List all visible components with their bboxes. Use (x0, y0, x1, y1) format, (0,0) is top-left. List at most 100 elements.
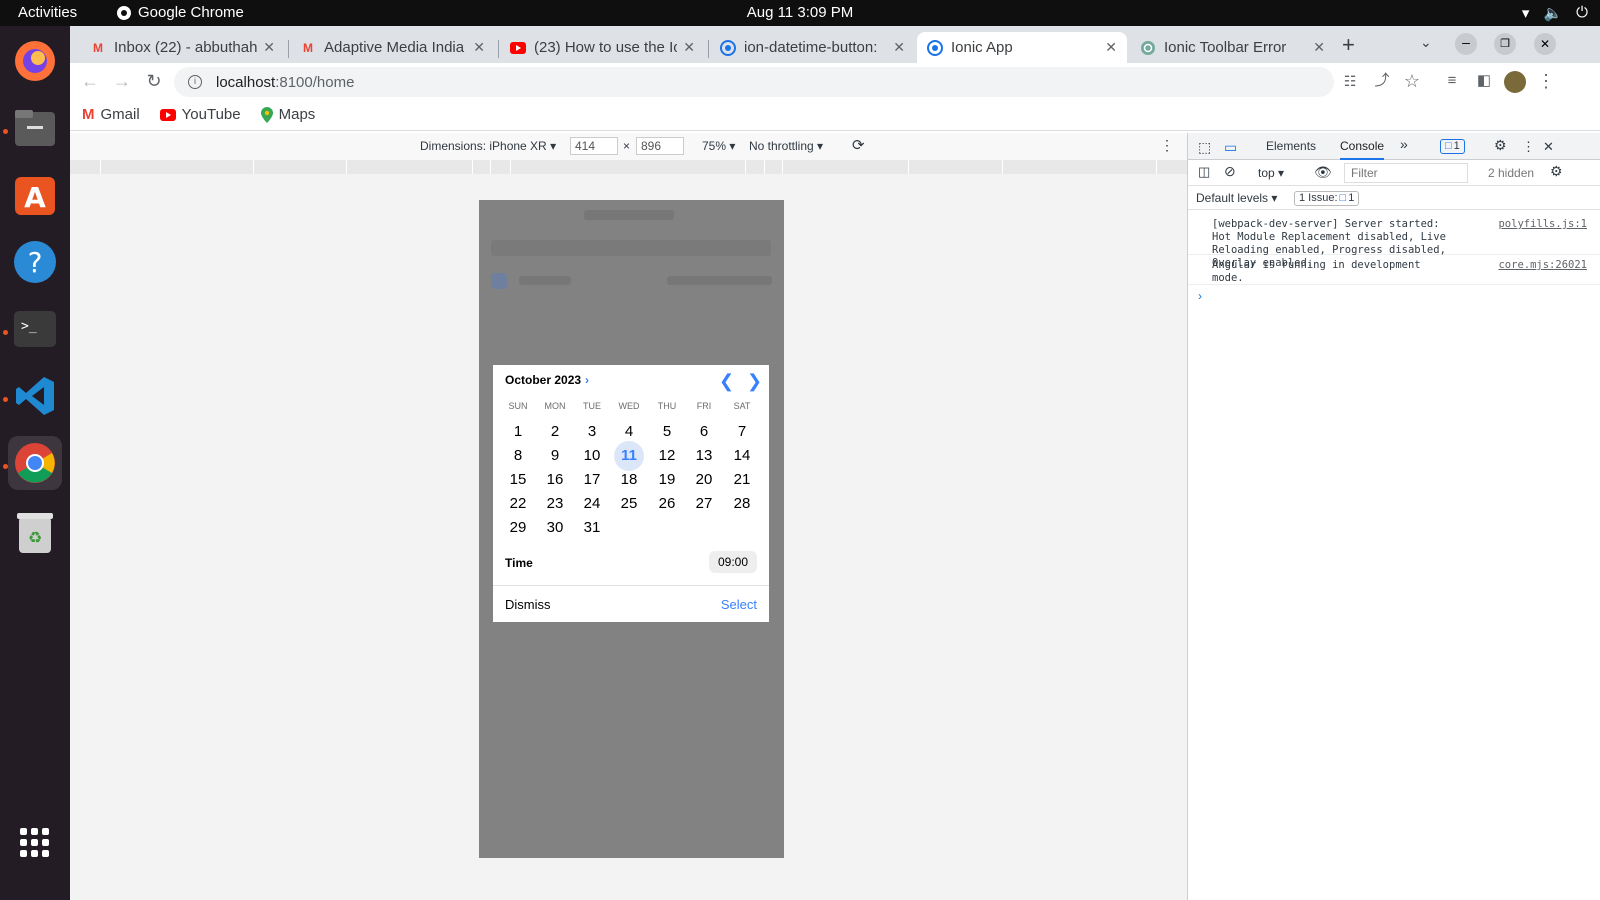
close-devtools-icon[interactable]: ✕ (1543, 139, 1554, 155)
dock-trash[interactable]: ♻ (8, 506, 62, 560)
calendar-day[interactable]: 31 (577, 516, 607, 540)
calendar-day[interactable]: 20 (689, 468, 719, 492)
calendar-day[interactable]: 2 (540, 420, 570, 444)
calendar-day[interactable]: 15 (503, 468, 533, 492)
clear-console-icon[interactable]: ⊘ (1224, 163, 1236, 180)
close-window-button[interactable]: ✕ (1534, 33, 1556, 55)
calendar-day[interactable]: 19 (652, 468, 682, 492)
tab-youtube[interactable]: (23) How to use the Io ✕ (500, 32, 705, 63)
calendar-day[interactable]: 27 (689, 492, 719, 516)
site-info-icon[interactable]: i (188, 75, 202, 89)
bookmark-youtube[interactable]: YouTube (159, 106, 241, 123)
reading-list-icon[interactable]: ≡ (1440, 69, 1464, 93)
inspect-element-icon[interactable]: ⬚ (1198, 139, 1211, 156)
back-button[interactable]: ← (78, 69, 102, 93)
rotate-icon[interactable]: ⟳ (852, 136, 865, 154)
tab-elements[interactable]: Elements (1266, 139, 1316, 153)
calendar-day[interactable]: 16 (540, 468, 570, 492)
calendar-day[interactable]: 9 (540, 444, 570, 468)
close-icon[interactable]: ✕ (263, 39, 275, 56)
calendar-day[interactable]: 4 (614, 420, 644, 444)
system-tray[interactable]: ▾ 🔈 ⏻ (1522, 4, 1588, 22)
calendar-day[interactable]: 24 (577, 492, 607, 516)
bookmark-star-icon[interactable]: ☆ (1400, 69, 1424, 93)
new-tab-button[interactable]: + (1342, 32, 1355, 58)
more-tabs-icon[interactable]: » (1400, 136, 1408, 152)
calendar-day[interactable]: 28 (727, 492, 757, 516)
dock-files[interactable] (8, 101, 62, 155)
calendar-day[interactable]: 10 (577, 444, 607, 468)
device-height-input[interactable] (636, 137, 684, 155)
context-select[interactable]: top ▾ (1258, 166, 1284, 180)
live-expression-eye-icon[interactable]: 👁 (1314, 164, 1332, 181)
forward-button[interactable]: → (110, 69, 134, 93)
console-settings-gear-icon[interactable]: ⚙ (1550, 163, 1563, 180)
calendar-day[interactable]: 6 (689, 420, 719, 444)
dock-software[interactable]: A (8, 168, 62, 222)
calendar-day[interactable]: 25 (614, 492, 644, 516)
dock-vscode[interactable] (8, 369, 62, 423)
next-month-button[interactable]: ❯ (747, 371, 762, 392)
bookmark-gmail[interactable]: M Gmail (82, 106, 140, 123)
calendar-day[interactable]: 13 (689, 444, 719, 468)
previous-month-button[interactable]: ❮ (719, 371, 734, 392)
device-width-input[interactable] (570, 137, 618, 155)
dock-terminal[interactable]: >_ (8, 302, 62, 356)
console-filter-input[interactable] (1344, 163, 1468, 183)
translate-icon[interactable]: ☷ (1338, 69, 1362, 93)
tab-console[interactable]: Console (1340, 139, 1385, 160)
bookmark-maps[interactable]: Maps (260, 106, 315, 123)
sidebar-toggle-icon[interactable]: ◫ (1198, 164, 1210, 180)
close-icon[interactable]: ✕ (1313, 39, 1325, 56)
calendar-day[interactable]: 14 (727, 444, 757, 468)
tab-ionic-app[interactable]: Ionic App ✕ (917, 32, 1127, 63)
minimize-button[interactable]: – (1455, 33, 1477, 55)
dock-help[interactable]: ? (8, 235, 62, 289)
media-query-ruler[interactable] (70, 160, 1187, 174)
tab-search-chevron-icon[interactable]: ⌄ (1420, 34, 1432, 51)
dismiss-button[interactable]: Dismiss (505, 597, 551, 612)
dock-show-apps[interactable] (8, 816, 62, 870)
calendar-day[interactable]: 7 (727, 420, 757, 444)
calendar-day[interactable]: 12 (652, 444, 682, 468)
select-button[interactable]: Select (721, 597, 757, 612)
settings-gear-icon[interactable]: ⚙ (1494, 137, 1507, 154)
tab-ion-datetime-button[interactable]: ion-datetime-button: ✕ (710, 32, 915, 63)
restore-button[interactable]: ❐ (1494, 33, 1516, 55)
dock-chrome[interactable] (8, 436, 62, 490)
calendar-day[interactable]: 26 (652, 492, 682, 516)
device-dimensions-select[interactable]: Dimensions: iPhone XR ▾ (420, 139, 556, 153)
console-prompt-chevron-icon[interactable]: › (1198, 289, 1202, 303)
device-toggle-icon[interactable]: ▭ (1224, 139, 1237, 156)
reload-button[interactable]: ↻ (142, 69, 166, 93)
calendar-day[interactable]: 1 (503, 420, 533, 444)
issues-counter[interactable]: □ 1 (1440, 138, 1465, 154)
tab-adaptive-media[interactable]: M Adaptive Media India ✕ (290, 32, 495, 63)
clock[interactable]: Aug 11 3:09 PM (0, 4, 1600, 21)
side-panel-icon[interactable]: ◧ (1472, 69, 1496, 93)
console-message-source-link[interactable]: core.mjs:26021 (1498, 259, 1587, 271)
tab-gmail-inbox[interactable]: M Inbox (22) - abbuthah ✕ (80, 32, 285, 63)
log-levels-select[interactable]: Default levels ▾ (1196, 191, 1277, 205)
close-icon[interactable]: ✕ (893, 39, 905, 56)
month-year-button[interactable]: October 2023 › (505, 373, 589, 387)
tab-ionic-toolbar-error[interactable]: Ionic Toolbar Error ✕ (1130, 32, 1335, 63)
close-icon[interactable]: ✕ (473, 39, 485, 56)
calendar-day[interactable]: 18 (614, 468, 644, 492)
console-message-source-link[interactable]: polyfills.js:1 (1498, 218, 1587, 230)
address-bar[interactable]: i localhost:8100/home (174, 67, 1334, 97)
calendar-day[interactable]: 22 (503, 492, 533, 516)
dock-firefox[interactable] (8, 34, 62, 88)
calendar-day[interactable]: 29 (503, 516, 533, 540)
calendar-day[interactable]: 17 (577, 468, 607, 492)
close-icon[interactable]: ✕ (683, 39, 695, 56)
customize-menu-icon[interactable]: ⋮ (1522, 139, 1535, 155)
calendar-day-today[interactable]: 11 (614, 444, 644, 468)
avatar[interactable] (1504, 71, 1526, 93)
calendar-day[interactable]: 21 (727, 468, 757, 492)
calendar-day[interactable]: 8 (503, 444, 533, 468)
calendar-day[interactable]: 30 (540, 516, 570, 540)
throttling-select[interactable]: No throttling ▾ (749, 139, 823, 153)
issues-link[interactable]: 1 Issue: □ 1 (1294, 190, 1360, 206)
calendar-day[interactable]: 3 (577, 420, 607, 444)
